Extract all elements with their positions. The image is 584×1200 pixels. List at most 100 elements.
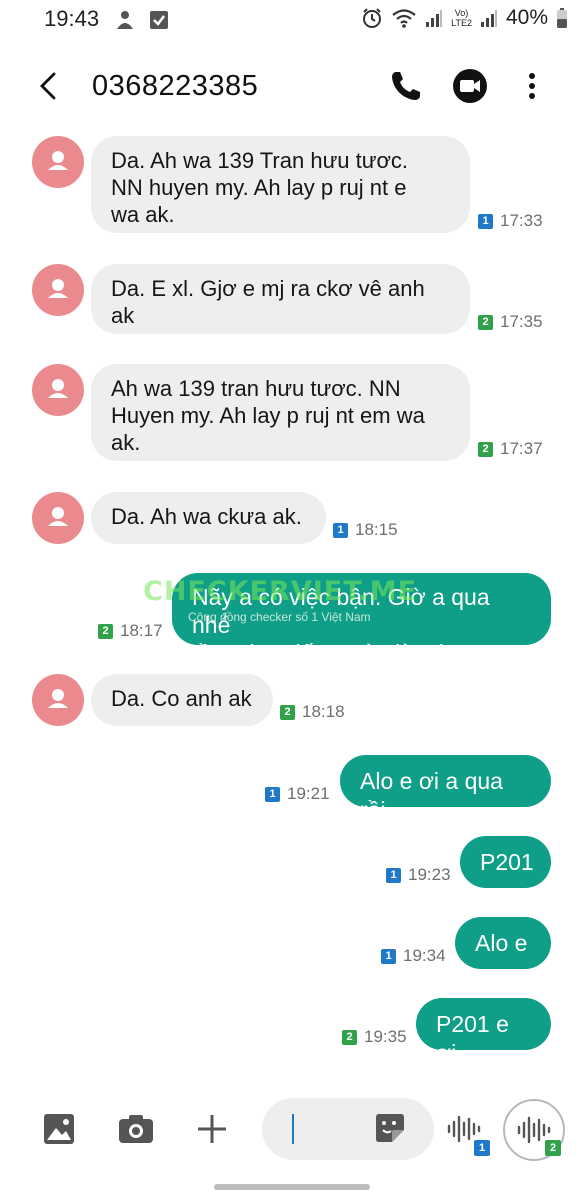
message-line: Da. Ah wa 139 Tran hưu tươc. <box>111 148 409 173</box>
message-time: 19:34 <box>403 946 446 965</box>
gallery-button[interactable] <box>39 1109 79 1149</box>
message-time: 18:18 <box>302 702 345 721</box>
contact-avatar[interactable] <box>32 674 84 726</box>
message-bubble-incoming[interactable]: Da. E xl. Gjơ e mj ra ckơ vê anh ak <box>91 264 470 334</box>
message-line: Alo e <box>475 930 528 956</box>
sticker-button[interactable] <box>372 1110 412 1150</box>
message-line: ak. <box>111 430 141 455</box>
contact-avatar[interactable] <box>32 264 84 316</box>
message-meta: 1 17:33 <box>478 211 543 231</box>
more-vertical-icon <box>529 73 535 99</box>
checkbox-icon <box>150 11 168 29</box>
message-line: wa ak. <box>111 202 175 227</box>
volte-indicator: Vo) LTE2 <box>451 8 472 28</box>
alarm-icon <box>363 8 382 28</box>
message-bubble-incoming[interactable]: Da. Ah wa ckưa ak. <box>91 492 326 544</box>
sticker-icon <box>376 1114 404 1142</box>
camera-icon <box>119 1115 153 1143</box>
sim-badge: 2 <box>342 1029 357 1045</box>
message-line: P201 <box>480 849 534 875</box>
voice-sim2-badge: 2 <box>545 1140 561 1156</box>
person-icon <box>48 507 68 526</box>
message-line: Ah wa 139 tran hưu tươc. NN <box>111 376 401 401</box>
message-line: NN huyen my. Ah lay p ruj nt e <box>111 175 407 200</box>
message-line: Da. E xl. Gjơ e mj ra ckơ vê anh <box>111 276 425 301</box>
message-meta: 2 17:37 <box>478 439 543 459</box>
message-input[interactable] <box>262 1098 434 1160</box>
person-icon <box>48 379 68 398</box>
message-bubble-incoming[interactable]: Da. Ah wa 139 Tran hưu tươc. NN huyen my… <box>91 136 470 233</box>
status-notification-icons <box>114 9 170 31</box>
message-meta: 1 19:23 <box>386 865 451 885</box>
voice-sim1-badge: 1 <box>474 1140 490 1156</box>
person-icon <box>48 151 68 170</box>
video-call-icon <box>453 69 487 103</box>
message-meta: 2 17:35 <box>478 312 543 332</box>
message-time: 19:23 <box>408 865 451 884</box>
sim-badge: 1 <box>333 522 348 538</box>
message-meta: 1 19:34 <box>381 946 446 966</box>
attach-button[interactable] <box>192 1109 232 1149</box>
message-line: ak <box>111 303 135 328</box>
person-icon <box>48 689 68 708</box>
sim-badge: 2 <box>478 314 493 330</box>
message-meta: 2 18:17 <box>98 621 163 641</box>
sim-badge: 1 <box>381 948 396 964</box>
contact-title: 0368223385 <box>92 70 259 102</box>
back-arrow-icon <box>40 72 56 100</box>
camera-button[interactable] <box>116 1109 156 1149</box>
sim-badge: 1 <box>386 867 401 883</box>
message-line: Huyen my. Ah lay p ruj nt em wa <box>111 403 425 428</box>
sim-badge: 2 <box>280 704 295 720</box>
message-time: 18:15 <box>355 520 398 539</box>
plus-icon <box>198 1115 226 1143</box>
message-meta: 1 18:15 <box>333 520 398 540</box>
contact-avatar[interactable] <box>32 492 84 544</box>
home-indicator[interactable] <box>214 1184 370 1190</box>
message-bubble-outgoing[interactable]: Alo e <box>455 917 551 969</box>
message-bubble-incoming[interactable]: Da. Co anh ak <box>91 674 273 726</box>
sim-badge: 2 <box>98 623 113 639</box>
message-line: Da. Ah wa ckưa ak. <box>111 504 302 529</box>
message-time: 19:21 <box>287 784 330 803</box>
composer-bar: 1 <box>0 1092 584 1168</box>
message-time: 18:17 <box>120 621 163 640</box>
message-bubble-outgoing[interactable]: Alo e ơi a qua rồi <box>340 755 551 823</box>
contact-avatar[interactable] <box>32 364 84 416</box>
lte-label: LTE2 <box>451 18 472 28</box>
text-cursor <box>292 1114 294 1144</box>
message-meta: 2 19:35 <box>342 1027 407 1047</box>
message-bubble-incoming[interactable]: Ah wa 139 tran hưu tươc. NN Huyen my. Ah… <box>91 364 470 461</box>
more-options-button[interactable] <box>514 66 550 106</box>
message-line: P201 e ơi <box>436 1011 509 1066</box>
message-bubble-outgoing[interactable]: P201 <box>460 836 551 888</box>
image-icon <box>44 1114 74 1144</box>
message-bubble-outgoing[interactable]: Nãy a có việc bận. Giờ a qua nhé tầm 7h … <box>172 573 551 666</box>
message-bubble-outgoing[interactable]: P201 e ơi <box>416 998 551 1066</box>
wifi-icon <box>392 9 416 28</box>
status-system-icons: Vo) LTE2 40% <box>361 6 568 30</box>
message-line: Da. Co anh ak <box>111 686 252 711</box>
sim-badge: 1 <box>478 213 493 229</box>
status-time: 19:43 <box>44 6 100 31</box>
call-button[interactable] <box>386 66 426 106</box>
battery-icon <box>557 8 567 28</box>
message-time: 19:35 <box>364 1027 407 1046</box>
video-call-button[interactable] <box>450 66 490 106</box>
message-line: Nãy a có việc bận. Giờ a qua nhé <box>192 584 490 638</box>
contact-avatar[interactable] <box>32 136 84 188</box>
person-icon <box>117 11 133 29</box>
signal-icon <box>480 10 497 27</box>
message-line: Alo e ơi a qua rồi <box>360 768 503 823</box>
message-time: 17:37 <box>500 439 543 458</box>
phone-icon <box>392 72 420 100</box>
status-bar: 19:43 Vo) LTE2 40% <box>0 0 584 44</box>
battery-percent: 40% <box>505 6 548 29</box>
sim-badge: 1 <box>265 786 280 802</box>
message-line: tầm 7h a đến e còn làm ko <box>192 640 464 666</box>
back-button[interactable] <box>32 66 72 106</box>
person-icon <box>48 279 68 298</box>
message-time: 17:35 <box>500 312 543 331</box>
message-meta: 2 18:18 <box>280 702 345 722</box>
message-time: 17:33 <box>500 211 543 230</box>
